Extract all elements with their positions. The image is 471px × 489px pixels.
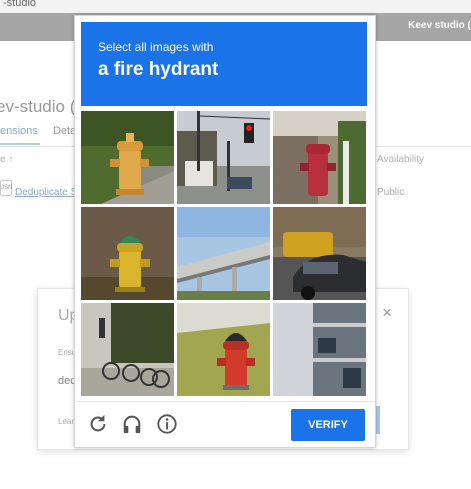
captcha-footer: VERIFY: [75, 401, 375, 448]
audio-headphones-icon[interactable]: [121, 413, 143, 435]
captcha-tile-6[interactable]: [273, 207, 366, 300]
active-tab-indicator: [0, 143, 40, 145]
overpass-image: [177, 207, 270, 300]
browser-topbar: -studio: [0, 0, 471, 13]
breadcrumb: -studio: [3, 0, 37, 9]
verify-button[interactable]: VERIFY: [291, 409, 365, 441]
captcha-header: Select all images with a fire hydrant: [81, 22, 367, 106]
captcha-tile-1[interactable]: [81, 111, 174, 204]
captcha-tile-2[interactable]: [177, 111, 270, 204]
traffic-light-street-image: [177, 111, 270, 204]
building-balcony-image: [273, 303, 366, 396]
captcha-tile-9[interactable]: [273, 303, 366, 396]
captcha-image-grid: [81, 111, 367, 397]
name-column-header[interactable]: e ↑: [0, 154, 13, 165]
learn-more-link[interactable]: Lear: [58, 417, 74, 426]
yellow-hydrant-image: [81, 111, 174, 204]
captcha-tile-8[interactable]: [177, 303, 270, 396]
availability-column-header[interactable]: Availability: [377, 154, 424, 165]
red-hydrant-image: [273, 111, 366, 204]
header-user-name[interactable]: Keev studio (p: [408, 20, 471, 31]
info-icon[interactable]: [156, 413, 178, 435]
tab-extensions[interactable]: ensions: [0, 125, 38, 137]
tab-details[interactable]: Deta: [53, 125, 76, 137]
captcha-tile-5[interactable]: [177, 207, 270, 300]
captcha-tile-7[interactable]: [81, 303, 174, 396]
red-hydrant-grass-image: [177, 303, 270, 396]
captcha-challenge: Select all images with a fire hydrant VE…: [74, 15, 376, 448]
captcha-instruction: Select all images with: [98, 40, 214, 54]
availability-value: Public: [377, 187, 405, 198]
close-icon[interactable]: ×: [382, 303, 392, 323]
extension-name-link[interactable]: Deduplicate S: [15, 187, 77, 198]
file-icon: JSN: [0, 180, 12, 196]
green-cap-hydrant-image: [81, 207, 174, 300]
parked-cars-image: [273, 207, 366, 300]
bicycles-image: [81, 303, 174, 396]
captcha-tile-4[interactable]: [81, 207, 174, 300]
captcha-tile-3[interactable]: [273, 111, 366, 204]
captcha-target: a fire hydrant: [98, 59, 219, 80]
reload-icon[interactable]: [87, 413, 109, 435]
